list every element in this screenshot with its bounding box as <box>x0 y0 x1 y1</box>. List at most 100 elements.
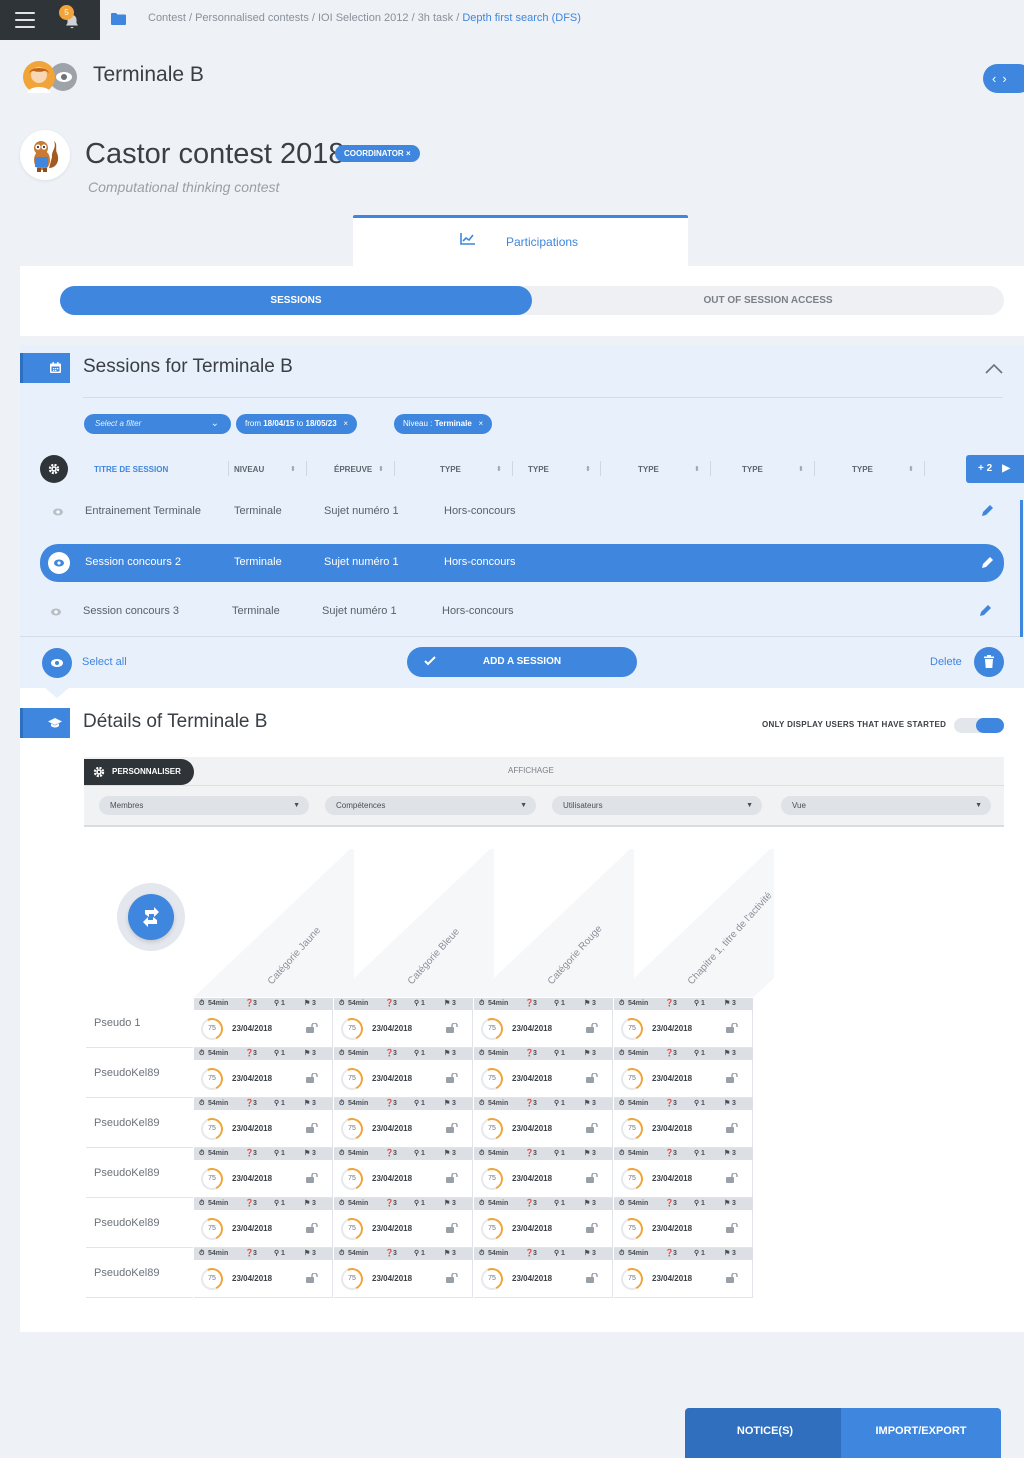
user-name[interactable]: Pseudo 1 <box>94 1017 140 1029</box>
column-header-type[interactable]: TYPE <box>852 465 873 474</box>
unlock-icon[interactable] <box>306 1123 318 1133</box>
unlock-icon[interactable] <box>586 1273 598 1283</box>
result-cell[interactable]: ⏱ 54min ❓ 3 ⚲ 1 ⚑ 3 75 23/04/2018 <box>194 1098 333 1148</box>
result-cell[interactable]: ⏱ 54min ❓ 3 ⚲ 1 ⚑ 3 75 23/04/2018 <box>474 1148 613 1198</box>
column-header-title[interactable]: TITRE DE SESSION <box>94 465 168 474</box>
competences-dropdown[interactable]: Compétences ▼ <box>325 796 536 815</box>
edit-icon[interactable] <box>980 556 994 570</box>
result-cell[interactable]: ⏱ 54min ❓ 3 ⚲ 1 ⚑ 3 75 23/04/2018 <box>194 1048 333 1098</box>
user-name[interactable]: PseudoKel89 <box>94 1167 159 1179</box>
result-cell[interactable]: ⏱ 54min ❓ 3 ⚲ 1 ⚑ 3 75 23/04/2018 <box>194 1198 333 1248</box>
unlock-icon[interactable] <box>726 1273 738 1283</box>
result-cell[interactable]: ⏱ 54min ❓ 3 ⚲ 1 ⚑ 3 75 23/04/2018 <box>334 998 473 1048</box>
result-cell[interactable]: ⏱ 54min ❓ 3 ⚲ 1 ⚑ 3 75 23/04/2018 <box>474 1098 613 1148</box>
chevron-left-icon[interactable]: ‹ <box>992 71 1002 86</box>
unlock-icon[interactable] <box>586 1173 598 1183</box>
sort-icon[interactable]: ⬍ <box>694 465 700 473</box>
edit-icon[interactable] <box>978 604 992 618</box>
breadcrumb-item[interactable]: Personnalised contests <box>195 12 309 24</box>
unlock-icon[interactable] <box>726 1223 738 1233</box>
session-row[interactable]: Session concours 3 Terminale Sujet numér… <box>38 594 1002 630</box>
sort-icon[interactable]: ⬍ <box>798 465 804 473</box>
delete-button[interactable] <box>974 647 1004 677</box>
unlock-icon[interactable] <box>726 1073 738 1083</box>
toggle-knob[interactable] <box>976 718 1004 733</box>
result-cell[interactable]: ⏱ 54min ❓ 3 ⚲ 1 ⚑ 3 75 23/04/2018 <box>614 1098 753 1148</box>
sort-icon[interactable]: ⬍ <box>290 465 296 473</box>
result-cell[interactable]: ⏱ 54min ❓ 3 ⚲ 1 ⚑ 3 75 23/04/2018 <box>334 1098 473 1148</box>
unlock-icon[interactable] <box>446 1023 458 1033</box>
breadcrumb-item[interactable]: Contest <box>148 12 186 24</box>
unlock-icon[interactable] <box>446 1223 458 1233</box>
add-session-button[interactable]: ADD A SESSION <box>407 647 637 677</box>
result-cell[interactable]: ⏱ 54min ❓ 3 ⚲ 1 ⚑ 3 75 23/04/2018 <box>614 1048 753 1098</box>
user-name[interactable]: PseudoKel89 <box>94 1067 159 1079</box>
user-name[interactable]: PseudoKel89 <box>94 1217 159 1229</box>
selected-indicator[interactable] <box>48 552 70 574</box>
result-cell[interactable]: ⏱ 54min ❓ 3 ⚲ 1 ⚑ 3 75 23/04/2018 <box>474 1048 613 1098</box>
breadcrumb-item[interactable]: 3h task <box>418 12 453 24</box>
members-dropdown[interactable]: Membres ▼ <box>99 796 309 815</box>
unlock-icon[interactable] <box>726 1023 738 1033</box>
unlock-icon[interactable] <box>446 1173 458 1183</box>
result-cell[interactable]: ⏱ 54min ❓ 3 ⚲ 1 ⚑ 3 75 23/04/2018 <box>334 1248 473 1298</box>
session-row-selected[interactable]: Session concours 2 Terminale Sujet numér… <box>40 544 1004 582</box>
eye-icon[interactable] <box>51 608 61 616</box>
result-cell[interactable]: ⏱ 54min ❓ 3 ⚲ 1 ⚑ 3 75 23/04/2018 <box>194 998 333 1048</box>
result-cell[interactable]: ⏱ 54min ❓ 3 ⚲ 1 ⚑ 3 75 23/04/2018 <box>614 998 753 1048</box>
user-name[interactable]: PseudoKel89 <box>94 1117 159 1129</box>
select-all-label[interactable]: Select all <box>82 656 127 668</box>
select-all-button[interactable] <box>42 648 72 678</box>
unlock-icon[interactable] <box>586 1073 598 1083</box>
result-cell[interactable]: ⏱ 54min ❓ 3 ⚲ 1 ⚑ 3 75 23/04/2018 <box>614 1248 753 1298</box>
users-dropdown[interactable]: Utilisateurs ▼ <box>552 796 762 815</box>
unlock-icon[interactable] <box>446 1123 458 1133</box>
unlock-icon[interactable] <box>306 1073 318 1083</box>
result-cell[interactable]: ⏱ 54min ❓ 3 ⚲ 1 ⚑ 3 75 23/04/2018 <box>614 1148 753 1198</box>
sort-icon[interactable]: ⬍ <box>908 465 914 473</box>
segment-out-of-session[interactable]: OUT OF SESSION ACCESS <box>532 286 1004 315</box>
chevron-right-icon[interactable]: › <box>1002 71 1012 86</box>
unlock-icon[interactable] <box>586 1123 598 1133</box>
unlock-icon[interactable] <box>306 1223 318 1233</box>
unlock-icon[interactable] <box>586 1223 598 1233</box>
filter-select[interactable]: Select a filter ⌄ <box>84 414 231 434</box>
close-icon[interactable]: × <box>343 419 348 428</box>
unlock-icon[interactable] <box>446 1273 458 1283</box>
column-header-type[interactable]: TYPE <box>742 465 763 474</box>
close-icon[interactable]: × <box>478 419 483 428</box>
sort-icon[interactable]: ⬍ <box>585 465 591 473</box>
result-cell[interactable]: ⏱ 54min ❓ 3 ⚲ 1 ⚑ 3 75 23/04/2018 <box>474 998 613 1048</box>
unlock-icon[interactable] <box>586 1023 598 1033</box>
close-icon[interactable]: × <box>406 149 411 158</box>
column-header-epreuve[interactable]: ÉPREUVE <box>334 465 372 474</box>
user-name[interactable]: PseudoKel89 <box>94 1267 159 1279</box>
level-filter-chip[interactable]: Niveau : Terminale × <box>394 414 493 434</box>
delete-label[interactable]: Delete <box>930 656 962 668</box>
import-export-button[interactable]: IMPORT/EXPORT <box>841 1408 1001 1458</box>
scrollbar[interactable] <box>1020 500 1023 637</box>
chevron-up-icon[interactable] <box>985 362 1003 374</box>
unlock-icon[interactable] <box>446 1073 458 1083</box>
breadcrumb-item[interactable]: IOI Selection 2012 <box>318 12 409 24</box>
result-cell[interactable]: ⏱ 54min ❓ 3 ⚲ 1 ⚑ 3 75 23/04/2018 <box>474 1198 613 1248</box>
more-columns-button[interactable]: + 2 ▶ <box>966 455 1024 483</box>
unlock-icon[interactable] <box>726 1123 738 1133</box>
menu-icon[interactable] <box>15 12 35 28</box>
column-header-level[interactable]: NIVEAU <box>234 465 264 474</box>
result-cell[interactable]: ⏱ 54min ❓ 3 ⚲ 1 ⚑ 3 75 23/04/2018 <box>334 1198 473 1248</box>
sort-icon[interactable]: ⬍ <box>496 465 502 473</box>
eye-icon[interactable] <box>53 508 63 516</box>
view-dropdown[interactable]: Vue ▼ <box>781 796 991 815</box>
result-cell[interactable]: ⏱ 54min ❓ 3 ⚲ 1 ⚑ 3 75 23/04/2018 <box>334 1048 473 1098</box>
column-header-type[interactable]: TYPE <box>440 465 461 474</box>
tab-participations[interactable]: Participations <box>353 215 688 268</box>
column-header-type[interactable]: TYPE <box>638 465 659 474</box>
role-badge[interactable]: COORDINATOR × <box>335 145 420 162</box>
date-filter-chip[interactable]: from 18/04/15 to 18/05/23 × <box>236 414 357 434</box>
unlock-icon[interactable] <box>306 1173 318 1183</box>
edit-icon[interactable] <box>980 504 994 518</box>
result-cell[interactable]: ⏱ 54min ❓ 3 ⚲ 1 ⚑ 3 75 23/04/2018 <box>194 1148 333 1198</box>
group-pager[interactable]: ‹› <box>983 64 1024 93</box>
unlock-icon[interactable] <box>306 1273 318 1283</box>
